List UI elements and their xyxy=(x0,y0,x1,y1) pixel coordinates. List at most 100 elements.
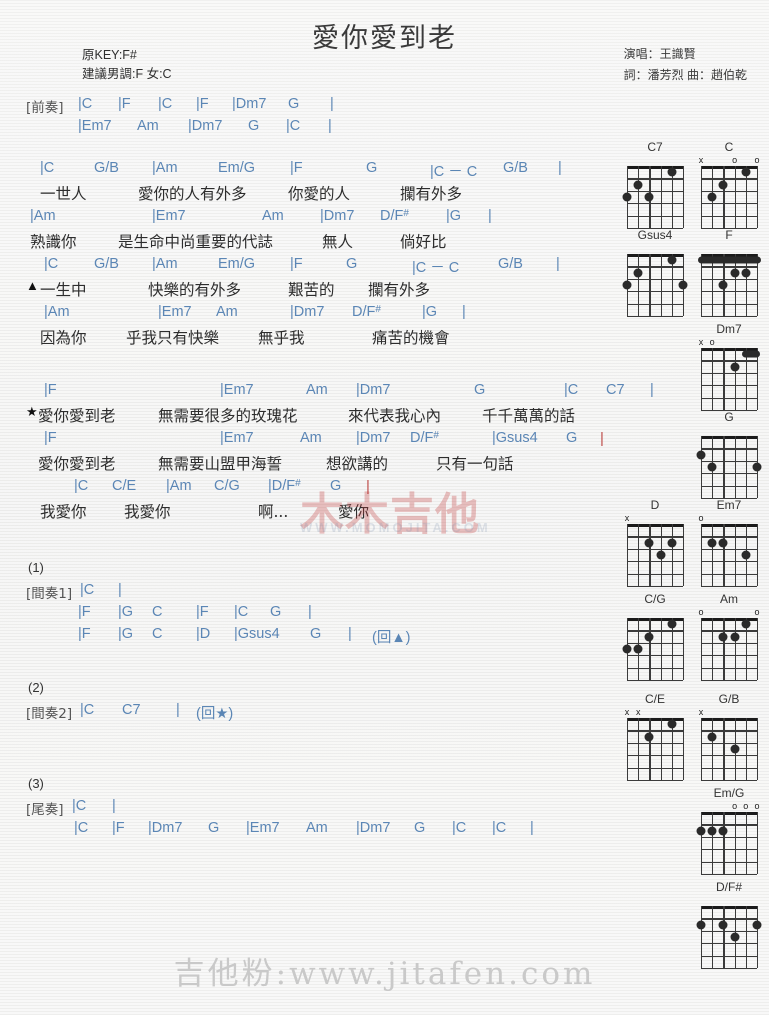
fret-line xyxy=(627,655,683,657)
chord-symbol: | xyxy=(556,256,560,272)
chord-symbol: Em/G xyxy=(218,256,256,272)
chord-lyric-body: [前奏] |C |F |C |F |Dm7 G | |Em7 Am |Dm7 G |C | |C G/B |Am… xyxy=(0,96,654,842)
finger-dot xyxy=(718,632,728,642)
chord-line: |Am |Em7 Am |Dm7 D/F# |G | xyxy=(0,304,612,326)
open-string-icon: o xyxy=(698,607,704,617)
chord-symbol: | xyxy=(462,304,466,320)
string-line xyxy=(638,524,640,586)
finger-dot xyxy=(707,826,717,836)
section-marker: ▲ xyxy=(26,278,39,293)
repeat-number: (1) xyxy=(28,560,44,575)
chord-symbol: | xyxy=(112,798,116,814)
lyric-text: 攔有外多 xyxy=(368,281,431,299)
lyric-text: 無乎我 xyxy=(258,329,305,347)
muted-string-icon: x xyxy=(698,155,704,165)
chord-symbol: Am xyxy=(300,430,322,446)
chord-symbol: |C xyxy=(234,604,249,620)
chord-diagram: G/B x xyxy=(695,692,763,782)
chord-symbol: G xyxy=(310,626,322,642)
chord-symbol: |F xyxy=(118,96,131,112)
chord-line: [前奏] |C |F |C |F |Dm7 G | xyxy=(0,96,612,118)
string-line xyxy=(712,718,714,780)
lyric-text: 來代表我心內 xyxy=(348,407,442,425)
string-line xyxy=(638,718,640,780)
string-line xyxy=(723,166,725,228)
chord-symbol: |C － C xyxy=(430,164,478,180)
string-line xyxy=(701,436,703,498)
chord-symbol: | xyxy=(348,626,352,642)
chord-line: [尾奏] |C | xyxy=(0,798,612,820)
section-label: [間奏2] xyxy=(26,706,73,722)
finger-dot xyxy=(741,167,751,177)
chord-symbol: | xyxy=(118,582,122,598)
section-label: [尾奏] xyxy=(26,802,64,818)
chord-symbol: |C xyxy=(44,256,59,272)
lyric-text: 乎我只有快樂 xyxy=(126,329,220,347)
singer-credit: 演唱：王識賢 xyxy=(623,47,696,61)
chord-symbol: |Em7 xyxy=(220,382,254,398)
open-string-icon: o xyxy=(709,337,715,347)
string-line xyxy=(671,524,674,586)
chord-diagram-name: Am xyxy=(720,592,738,606)
string-line xyxy=(683,718,685,780)
chord-symbol: |Dm7 xyxy=(188,118,223,134)
chord-symbol: |F xyxy=(78,626,91,642)
chord-symbol: |G xyxy=(118,626,134,642)
chord-symbol: |Gsus4 xyxy=(492,430,538,446)
chord-symbol: | xyxy=(328,118,332,134)
chord-symbol: |Dm7 xyxy=(356,382,391,398)
fretboard-grid xyxy=(696,436,762,500)
finger-dot xyxy=(667,719,677,729)
chord-symbol: G/B xyxy=(94,160,119,176)
fretboard-grid xyxy=(622,254,688,318)
chord-diagram: G xyxy=(695,410,763,500)
fretboard-grid xyxy=(627,524,685,588)
chord-symbol: | xyxy=(330,96,334,112)
fret-line xyxy=(701,930,757,933)
chord-symbol: |D/F# xyxy=(268,478,301,494)
chord-symbol: C/G xyxy=(214,478,240,494)
chord-symbol: G xyxy=(248,118,260,134)
nut-line xyxy=(701,524,757,527)
fret-line xyxy=(701,918,757,920)
nut-line xyxy=(701,906,757,909)
open-string-icon: o xyxy=(743,801,749,811)
key-info-box: 原KEY:F# 建議男調:F 女:C xyxy=(82,46,172,84)
chord-diagram-name: C xyxy=(724,140,734,154)
muted-string-icon: x xyxy=(624,707,630,717)
finger-dot xyxy=(644,732,654,742)
open-string-icon: o xyxy=(754,155,760,165)
fret-line xyxy=(701,473,757,475)
chord-symbol: |C xyxy=(78,96,93,112)
chord-symbol: | xyxy=(650,382,654,398)
chord-symbol: |C xyxy=(74,478,89,494)
chord-symbol: G xyxy=(288,96,300,112)
fret-line xyxy=(627,630,683,632)
chord-symbol: |F xyxy=(78,604,91,620)
chord-symbol: Am xyxy=(137,118,159,134)
section-label: [間奏1] xyxy=(26,586,73,602)
finger-dot xyxy=(633,644,643,654)
string-line xyxy=(757,812,759,874)
open-mute-markers xyxy=(695,425,763,436)
chord-symbol: G xyxy=(414,820,426,836)
fret-line xyxy=(701,372,757,375)
string-line xyxy=(683,618,685,680)
open-mute-markers: x xyxy=(695,707,763,718)
chord-symbol: G xyxy=(474,382,486,398)
fret-line xyxy=(627,215,683,217)
chord-symbol: G xyxy=(566,430,578,446)
string-line xyxy=(745,718,748,780)
chord-symbol: D/F# xyxy=(352,304,381,320)
fret-line xyxy=(701,630,757,632)
string-line xyxy=(701,166,703,228)
finger-dot xyxy=(644,538,654,548)
chord-symbol: |Em7 xyxy=(78,118,112,134)
chord-diagram: Am o o xyxy=(695,592,763,682)
nut-line xyxy=(627,524,683,527)
finger-dot xyxy=(730,632,740,642)
open-mute-markers: xoo xyxy=(695,155,763,166)
chord-diagram-name: F xyxy=(725,228,733,242)
chord-symbol: C xyxy=(152,626,163,642)
